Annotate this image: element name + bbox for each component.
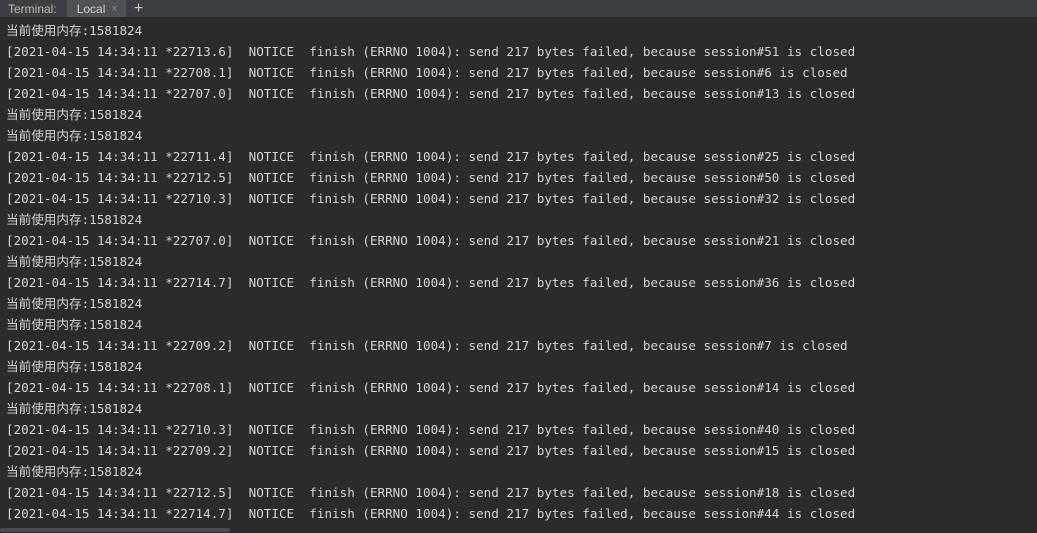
terminal-line: [2021-04-15 14:34:11 *22711.4] NOTICE fi… [6, 149, 856, 164]
terminal-window: Terminal: Local × + 当前使用内存:1581824 [2021-… [0, 0, 1037, 533]
terminal-line: 当前使用内存:1581824 [6, 128, 143, 143]
terminal-line: [2021-04-15 14:34:11 *22714.7] NOTICE fi… [6, 506, 856, 521]
terminal-line: [2021-04-15 14:34:11 *22714.7] NOTICE fi… [6, 275, 856, 290]
terminal-output[interactable]: 当前使用内存:1581824 [2021-04-15 14:34:11 *2271… [0, 17, 1037, 527]
terminal-line: 当前使用内存:1581824 [6, 254, 143, 269]
tab-local-label: Local [76, 1, 106, 16]
terminal-line: [2021-04-15 14:34:11 *22708.1] NOTICE fi… [6, 65, 848, 80]
terminal-line: 当前使用内存:1581824 [6, 359, 143, 374]
terminal-line: 当前使用内存:1581824 [6, 23, 143, 38]
terminal-line: 当前使用内存:1581824 [6, 401, 143, 416]
scrollbar-thumb[interactable] [0, 528, 230, 532]
horizontal-scrollbar[interactable] [0, 527, 1037, 533]
terminal-line: [2021-04-15 14:34:11 *22708.1] NOTICE fi… [6, 380, 856, 395]
terminal-line: 当前使用内存:1581824 [6, 464, 143, 479]
terminal-line: 当前使用内存:1581824 [6, 317, 143, 332]
terminal-line: [2021-04-15 14:34:11 *22712.5] NOTICE fi… [6, 170, 856, 185]
terminal-line: [2021-04-15 14:34:11 *22707.0] NOTICE fi… [6, 86, 856, 101]
terminal-line: [2021-04-15 14:34:11 *22709.2] NOTICE fi… [6, 443, 856, 458]
terminal-line: [2021-04-15 14:34:11 *22709.2] NOTICE fi… [6, 338, 848, 353]
terminal-line: [2021-04-15 14:34:11 *22713.6] NOTICE fi… [6, 44, 856, 59]
terminal-tabbar: Terminal: Local × + [0, 0, 1037, 17]
terminal-line: [2021-04-15 14:34:11 *22710.3] NOTICE fi… [6, 191, 856, 206]
close-icon[interactable]: × [111, 3, 117, 15]
terminal-line: 当前使用内存:1581824 [6, 296, 143, 311]
terminal-line: 当前使用内存:1581824 [6, 212, 143, 227]
tab-local[interactable]: Local × [66, 0, 126, 17]
terminal-line: [2021-04-15 14:34:11 *22707.0] NOTICE fi… [6, 233, 856, 248]
terminal-title-label: Terminal: [8, 1, 57, 16]
terminal-line: [2021-04-15 14:34:11 *22712.5] NOTICE fi… [6, 485, 856, 500]
terminal-line: 当前使用内存:1581824 [6, 107, 143, 122]
terminal-line: [2021-04-15 14:34:11 *22710.3] NOTICE fi… [6, 422, 856, 437]
add-tab-icon[interactable]: + [134, 0, 143, 16]
